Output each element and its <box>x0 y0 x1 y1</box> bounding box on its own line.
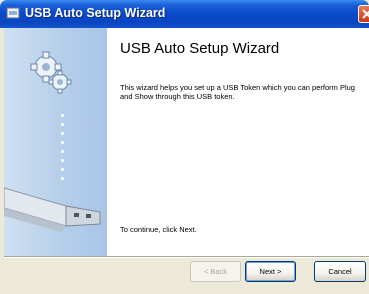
wizard-description: This wizard helps you set up a USB Token… <box>120 83 355 101</box>
page-title: USB Auto Setup Wizard <box>120 40 280 57</box>
next-button[interactable]: Next > <box>245 261 296 282</box>
wizard-window: USB Auto Setup Wizard USB Auto Setup Wiz… <box>0 0 369 294</box>
back-button[interactable]: < Back <box>190 261 241 282</box>
continue-instruction: To continue, click Next. <box>120 225 197 234</box>
usb-wizard-icon <box>6 7 20 19</box>
close-icon <box>362 9 369 19</box>
close-button[interactable] <box>358 5 369 23</box>
wizard-side-panel <box>4 28 107 256</box>
cancel-button[interactable]: Cancel <box>314 261 366 282</box>
gears-icon <box>30 51 72 94</box>
progress-dots <box>61 114 65 186</box>
footer-divider <box>4 256 369 258</box>
usb-drive-icon <box>4 187 101 232</box>
window-title: USB Auto Setup Wizard <box>25 6 166 20</box>
wizard-content: USB Auto Setup Wizard This wizard helps … <box>107 28 369 256</box>
title-bar[interactable]: USB Auto Setup Wizard <box>0 0 369 28</box>
